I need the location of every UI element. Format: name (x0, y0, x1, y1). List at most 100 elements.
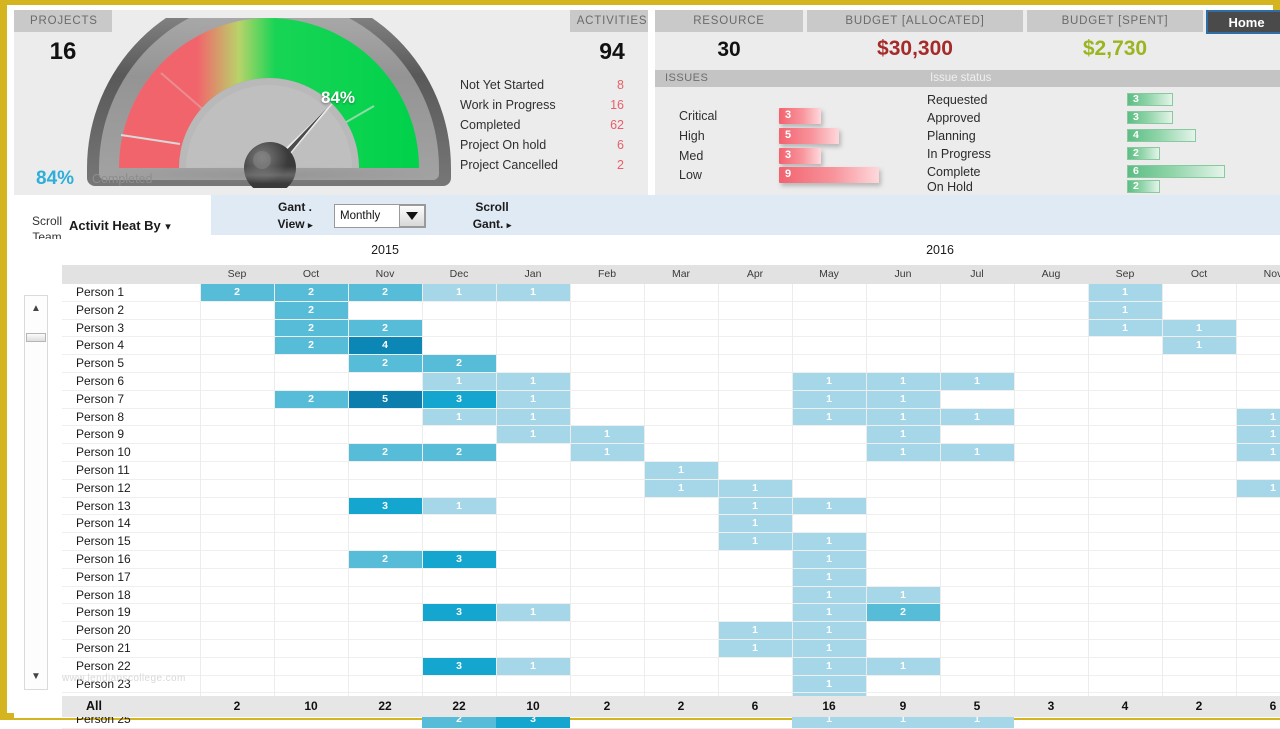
gantt-cell[interactable]: 1 (792, 622, 866, 639)
gantt-cell[interactable]: 1 (496, 426, 570, 443)
table-row[interactable]: Person 2111 (62, 640, 1280, 658)
gantt-cell[interactable]: 1 (866, 444, 940, 461)
gantt-cell[interactable]: 1 (792, 640, 866, 657)
gantt-cell[interactable]: 2 (200, 284, 274, 301)
gantt-cell[interactable]: 1 (496, 284, 570, 301)
gantt-cell[interactable]: 1 (792, 533, 866, 550)
gantt-cell[interactable]: 1 (718, 533, 792, 550)
table-row[interactable]: Person 111 (62, 462, 1280, 480)
gantt-cell[interactable]: 2 (422, 355, 496, 372)
gantt-cell[interactable]: 1 (422, 409, 496, 426)
gantt-cell[interactable]: 1 (792, 391, 866, 408)
table-row[interactable]: Person 1811 (62, 587, 1280, 605)
gantt-cell[interactable]: 1 (718, 622, 792, 639)
gantt-cell[interactable]: 1 (496, 391, 570, 408)
gantt-cell[interactable]: 1 (422, 373, 496, 390)
table-row[interactable]: Person 4241 (62, 337, 1280, 355)
gantt-cell[interactable]: 3 (422, 391, 496, 408)
gantt-cell[interactable]: 1 (1236, 480, 1280, 497)
period-select[interactable]: Monthly (334, 204, 426, 228)
table-row[interactable]: Person 171 (62, 569, 1280, 587)
gantt-cell[interactable]: 2 (422, 444, 496, 461)
gantt-cell[interactable]: 1 (866, 426, 940, 443)
table-row[interactable]: Person 221 (62, 302, 1280, 320)
home-button[interactable]: Home (1206, 10, 1280, 34)
table-row[interactable]: Person 231 (62, 676, 1280, 694)
scroll-down-arrow-icon[interactable]: ▼ (26, 665, 46, 687)
gantt-cell[interactable]: 1 (866, 587, 940, 604)
table-row[interactable]: Person 12111 (62, 480, 1280, 498)
gantt-cell[interactable]: 1 (570, 426, 644, 443)
activity-heat-by-dropdown[interactable]: Activit Heat By ▾ (69, 217, 171, 235)
gantt-cell[interactable]: 1 (1088, 302, 1162, 319)
table-row[interactable]: Person 2011 (62, 622, 1280, 640)
vscroll-track[interactable] (24, 295, 48, 690)
gantt-cell[interactable]: 1 (422, 498, 496, 515)
gantt-cell[interactable]: 1 (496, 409, 570, 426)
gantt-cell[interactable]: 2 (274, 391, 348, 408)
scroll-up-arrow-icon[interactable]: ▲ (26, 297, 46, 319)
gantt-cell[interactable]: 1 (1088, 284, 1162, 301)
gantt-cell[interactable]: 1 (792, 604, 866, 621)
gantt-cell[interactable]: 4 (348, 337, 422, 354)
gantt-cell[interactable]: 1 (496, 658, 570, 675)
gantt-cell[interactable]: 2 (274, 284, 348, 301)
gantt-cell[interactable]: 1 (792, 587, 866, 604)
table-row[interactable]: Person 1222111 (62, 284, 1280, 302)
gantt-cell[interactable]: 1 (644, 462, 718, 479)
gantt-cell[interactable]: 1 (496, 604, 570, 621)
table-row[interactable]: Person 8111111 (62, 409, 1280, 427)
gantt-cell[interactable]: 2 (348, 355, 422, 372)
gantt-cell[interactable]: 1 (792, 569, 866, 586)
table-row[interactable]: Person 32211 (62, 320, 1280, 338)
table-row[interactable]: Person 141 (62, 515, 1280, 533)
gantt-cell[interactable]: 1 (792, 551, 866, 568)
kpi-tab-resource[interactable]: RESOURCE (655, 10, 803, 32)
gantt-cell[interactable]: 1 (718, 480, 792, 497)
gantt-cell[interactable]: 1 (1236, 444, 1280, 461)
gantt-cell[interactable]: 3 (422, 604, 496, 621)
team-vertical-scrollbar[interactable]: ▲ ▼ (14, 295, 57, 690)
table-row[interactable]: Person 522 (62, 355, 1280, 373)
table-row[interactable]: Person 223111 (62, 658, 1280, 676)
kpi-tab-activities[interactable]: ACTIVITIES (570, 10, 654, 32)
gantt-cell[interactable]: 1 (792, 676, 866, 693)
table-row[interactable]: Person 193112 (62, 604, 1280, 622)
gantt-cell[interactable]: 2 (348, 320, 422, 337)
gantt-cell[interactable]: 2 (348, 284, 422, 301)
gantt-cell[interactable]: 1 (866, 658, 940, 675)
gantt-cell[interactable]: 1 (792, 498, 866, 515)
gantt-cell[interactable]: 1 (1088, 320, 1162, 337)
gantt-cell[interactable]: 2 (274, 337, 348, 354)
gantt-view-button[interactable]: Gant . View ▸ (257, 196, 333, 234)
gantt-cell[interactable]: 1 (1162, 320, 1236, 337)
gantt-cell[interactable]: 3 (422, 658, 496, 675)
gantt-cell[interactable]: 3 (422, 551, 496, 568)
gantt-cell[interactable]: 2 (348, 551, 422, 568)
gantt-cell[interactable]: 1 (1236, 409, 1280, 426)
vscroll-thumb[interactable] (26, 333, 46, 342)
gantt-cell[interactable]: 1 (718, 640, 792, 657)
table-row[interactable]: Person 7253111 (62, 391, 1280, 409)
gantt-cell[interactable]: 1 (940, 444, 1014, 461)
gantt-cell[interactable]: 1 (718, 498, 792, 515)
gantt-cell[interactable]: 1 (792, 373, 866, 390)
chevron-down-icon-heatby[interactable]: ▾ (165, 221, 171, 233)
gantt-cell[interactable]: 1 (1236, 426, 1280, 443)
gantt-cell[interactable]: 2 (274, 320, 348, 337)
gantt-cell[interactable]: 2 (348, 444, 422, 461)
gantt-cell[interactable]: 2 (866, 604, 940, 621)
gantt-cell[interactable]: 2 (274, 302, 348, 319)
scroll-gantt-button[interactable]: Scroll Gant. ▸ (454, 196, 530, 234)
gantt-cell[interactable]: 5 (348, 391, 422, 408)
kpi-tab-budget-spent[interactable]: BUDGET [SPENT] (1027, 10, 1203, 32)
gantt-cell[interactable]: 1 (718, 515, 792, 532)
gantt-cell[interactable]: 1 (866, 409, 940, 426)
kpi-tab-budget-allocated[interactable]: BUDGET [ALLOCATED] (807, 10, 1023, 32)
chevron-down-icon[interactable] (399, 205, 425, 227)
gantt-cell[interactable]: 1 (940, 373, 1014, 390)
gantt-cell[interactable]: 1 (1162, 337, 1236, 354)
gantt-cell[interactable]: 1 (866, 391, 940, 408)
gantt-cell[interactable]: 1 (644, 480, 718, 497)
gantt-cell[interactable]: 1 (792, 409, 866, 426)
